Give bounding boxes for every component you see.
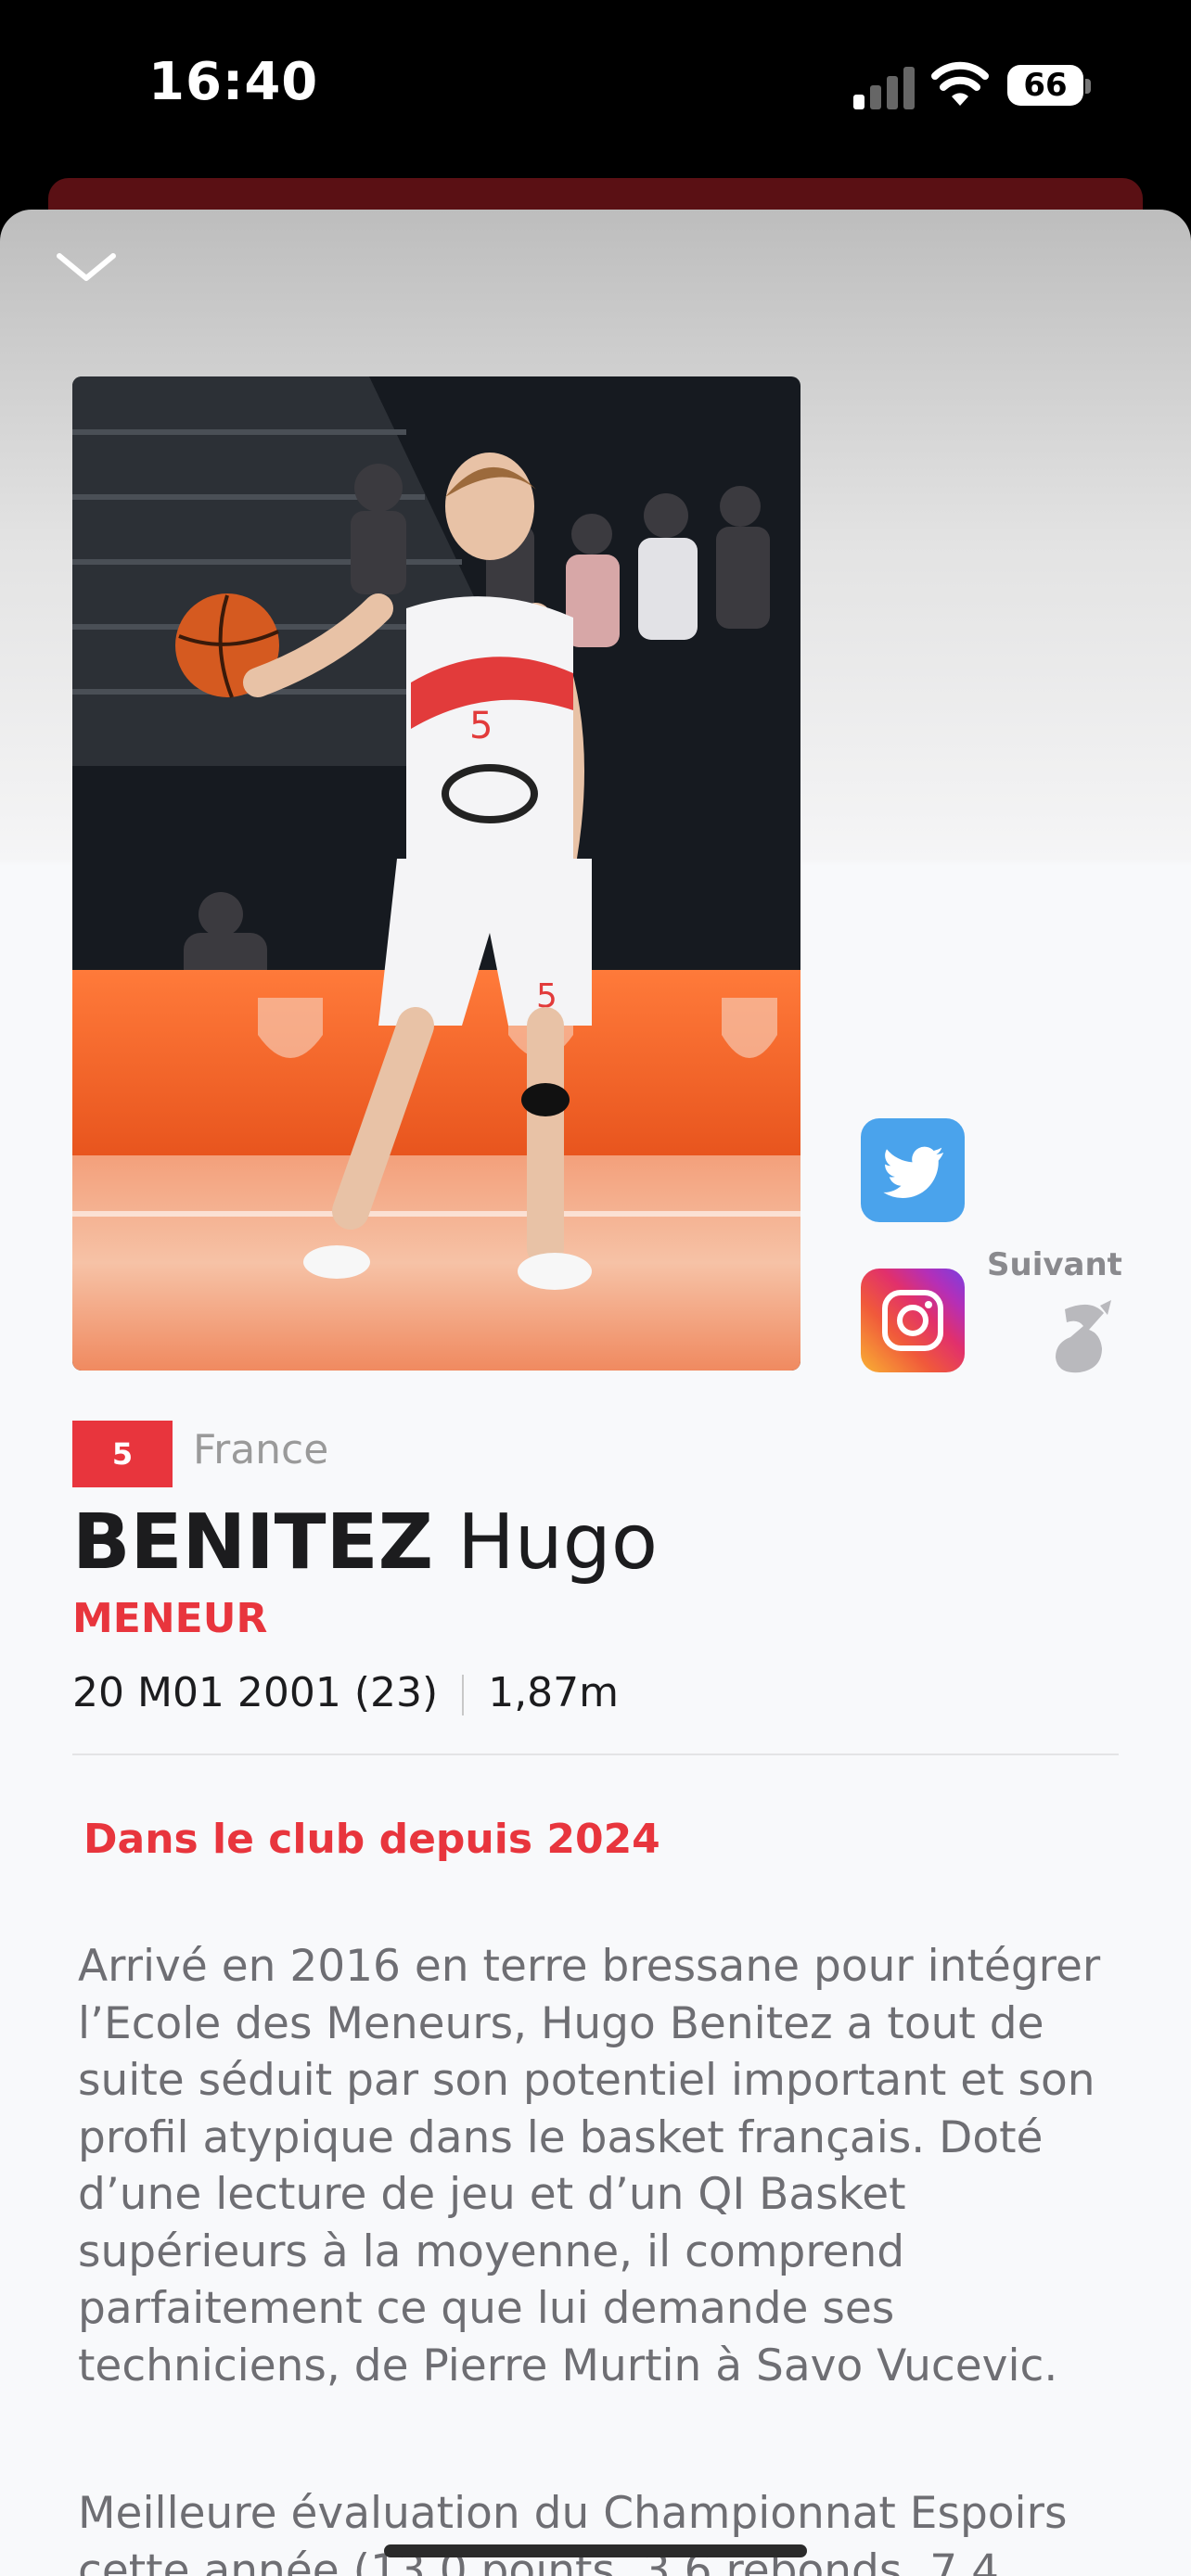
- bio-paragraph-1: Arrivé en 2016 en terre bressane pour in…: [78, 1941, 1101, 2391]
- home-indicator[interactable]: [384, 2544, 807, 2557]
- jersey-number-badge: 5: [72, 1421, 173, 1487]
- instagram-icon: [882, 1290, 943, 1351]
- section-divider: [72, 1753, 1119, 1755]
- battery-tip: [1085, 79, 1091, 94]
- meta-separator: [462, 1675, 465, 1715]
- wifi-icon: [931, 61, 989, 106]
- bio-paragraph-2: Meilleure évaluation du Championnat Espo…: [78, 2488, 1068, 2576]
- suivant-icon[interactable]: [1046, 1296, 1117, 1376]
- club-since: Dans le club depuis 2024: [83, 1816, 660, 1863]
- twitter-icon: [883, 1146, 944, 1198]
- player-name: BENITEZ Hugo: [72, 1498, 658, 1587]
- player-first-name: Hugo: [457, 1498, 658, 1587]
- player-birth: 20 M01 2001 (23): [72, 1669, 439, 1716]
- twitter-button[interactable]: [861, 1118, 965, 1222]
- status-bar: 16:40 66: [0, 0, 1191, 176]
- signal-icon: [853, 67, 916, 109]
- instagram-button[interactable]: [861, 1269, 965, 1372]
- player-photo: 5 5: [72, 376, 800, 1371]
- player-last-name: BENITEZ: [72, 1498, 434, 1587]
- player-position: MENEUR: [72, 1595, 268, 1642]
- next-player-label[interactable]: Suivant: [987, 1246, 1122, 1283]
- player-meta: 20 M01 2001 (23) 1,87m: [72, 1669, 619, 1716]
- battery-icon: 66: [1007, 65, 1083, 106]
- player-sheet: 5 5 Suivant 5 France BENITEZ Hugo MENEUR…: [0, 210, 1191, 2576]
- player-country: France: [193, 1426, 329, 1473]
- svg-text:5: 5: [469, 705, 493, 747]
- status-time: 16:40: [148, 52, 319, 112]
- player-height: 1,87m: [488, 1669, 620, 1716]
- chevron-down-icon[interactable]: [54, 249, 119, 286]
